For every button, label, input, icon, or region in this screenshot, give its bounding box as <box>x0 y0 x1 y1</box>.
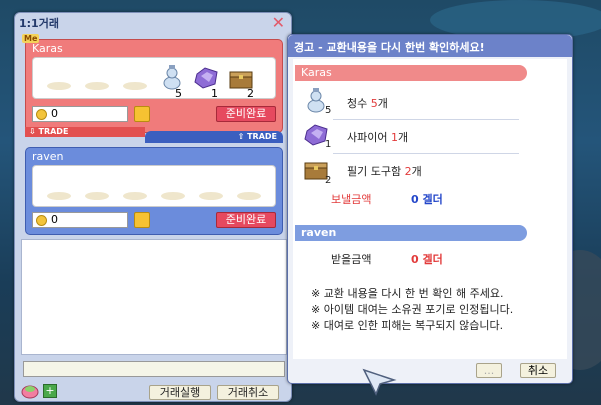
partner-section-header: raven <box>295 225 527 241</box>
item-qty: 1 <box>211 87 218 100</box>
trade-up-label: TRADE <box>247 132 277 141</box>
partner-name: raven <box>32 150 64 163</box>
empty-slot[interactable] <box>237 192 261 200</box>
item-qty: 2 <box>247 87 254 100</box>
confirm-item-row: 사파이어 1개 <box>347 129 408 145</box>
empty-slot[interactable] <box>123 82 147 90</box>
item-unit: 개 <box>411 165 422 178</box>
send-amount-value: 0 겔더 <box>411 193 443 206</box>
receive-amount-label: 받을금액 <box>331 253 372 266</box>
empty-slot[interactable] <box>199 192 223 200</box>
trade-down-label: TRADE <box>38 127 69 136</box>
item-count: 1 <box>390 131 398 144</box>
partner-zeny-input: 0 <box>32 212 128 228</box>
divider <box>333 153 519 154</box>
item-qty: 2 <box>325 175 332 186</box>
divider <box>333 119 519 120</box>
trade-chat-input[interactable] <box>23 361 285 377</box>
potion-icon <box>305 87 327 113</box>
lock-icon <box>134 212 150 228</box>
confirm-item-row: 필기 도구함 2개 <box>347 163 422 179</box>
partner-trade-panel: raven 0 준비완료 <box>25 147 283 235</box>
item-name: 필기 도구함 <box>347 165 402 178</box>
notice-line: ※ 대여로 인한 피해는 복구되지 않습니다. <box>311 319 504 332</box>
my-item-slots: 5 1 2 <box>32 57 276 100</box>
item-name: 청수 <box>347 97 368 110</box>
coin-icon <box>36 109 47 120</box>
item-qty: 5 <box>325 105 332 116</box>
item-qty: 1 <box>325 139 332 150</box>
arrow-down-icon: ⇩ <box>29 127 36 136</box>
arrow-up-icon: ⇧ <box>237 132 245 141</box>
my-zeny-value: 0 <box>51 107 58 120</box>
item-count: 2 <box>404 165 412 178</box>
empty-slot[interactable] <box>85 192 109 200</box>
confirm-dialog-title: 경고 - 교환내용을 다시 한번 확인하세요! <box>288 35 572 57</box>
mouse-cursor-icon <box>362 368 398 396</box>
confirm-dialog-body: Karas 5 청수 5개 1 사파이어 1개 2 필기 도구함 2개 보낼금액… <box>293 59 567 359</box>
trade-chat-log <box>21 239 287 355</box>
confirm-item-row: 청수 5개 <box>347 95 388 111</box>
ok-button[interactable]: ... <box>476 363 502 378</box>
my-zeny-input[interactable]: 0 <box>32 106 128 122</box>
emoticon-icon[interactable] <box>21 383 39 399</box>
send-amount-label: 보낼금액 <box>331 193 372 206</box>
close-icon[interactable]: ✕ <box>272 13 285 32</box>
empty-slot[interactable] <box>85 82 109 90</box>
empty-slot[interactable] <box>47 192 71 200</box>
item-count: 5 <box>370 97 378 110</box>
lock-icon[interactable] <box>134 106 150 122</box>
empty-slot[interactable] <box>123 192 147 200</box>
item-name: 사파이어 <box>347 131 388 144</box>
my-section-header: Karas <box>295 65 527 81</box>
empty-slot[interactable] <box>161 192 185 200</box>
receive-amount-value: 0 겔더 <box>411 253 443 266</box>
empty-slot[interactable] <box>47 82 71 90</box>
notice-line: ※ 교환 내용을 다시 한 번 확인 해 주세요. <box>311 287 504 300</box>
my-name: Karas <box>32 42 63 55</box>
coin-icon <box>36 215 47 226</box>
trade-window: 1:1거래 ✕ Me Karas 5 1 2 0 준비완료 ⇩ TRADE ⇧ … <box>14 12 292 402</box>
partner-ready-button: 준비완료 <box>216 212 276 228</box>
item-unit: 개 <box>397 131 409 144</box>
trade-confirm-dialog: 경고 - 교환내용을 다시 한번 확인하세요! Karas 5 청수 5개 1 … <box>287 34 573 384</box>
execute-trade-button[interactable]: 거래실행 <box>149 385 211 400</box>
my-trade-panel: Me Karas 5 1 2 0 준비완료 <box>22 34 283 133</box>
add-icon[interactable]: + <box>43 384 57 398</box>
item-unit: 개 <box>377 97 388 110</box>
trade-direction-bar: ⇧ TRADE <box>145 131 283 143</box>
partner-zeny-value: 0 <box>51 213 58 226</box>
my-ready-button[interactable]: 준비완료 <box>216 106 276 122</box>
trade-window-title: 1:1거래 <box>19 17 59 30</box>
item-qty: 5 <box>175 87 182 100</box>
trade-direction-bar: ⇩ TRADE <box>25 127 145 137</box>
partner-item-slots <box>32 165 276 207</box>
cancel-button[interactable]: 취소 <box>520 363 556 378</box>
cancel-trade-button[interactable]: 거래취소 <box>217 385 279 400</box>
notice-line: ※ 아이템 대여는 소유권 포기로 인정됩니다. <box>311 303 514 316</box>
